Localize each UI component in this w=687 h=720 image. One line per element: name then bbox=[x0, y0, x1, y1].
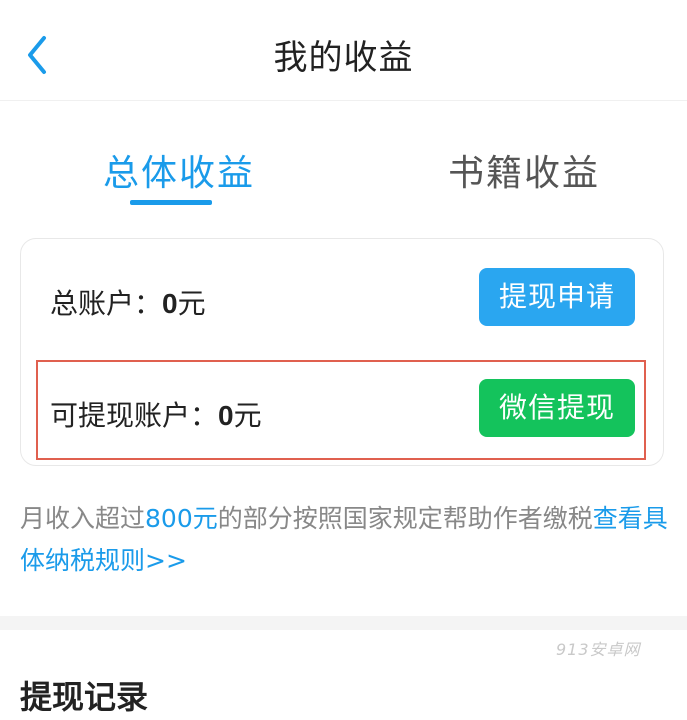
total-account-caption: 总账户： bbox=[50, 287, 163, 320]
notice-text-2: 的部分按照国家规定帮助作者缴税 bbox=[217, 504, 593, 533]
notice-text-1: 月收入超过 bbox=[20, 504, 146, 533]
total-account-amount: 0 bbox=[162, 288, 178, 319]
tax-notice: 月收入超过800元的部分按照国家规定帮助作者缴税查看具体纳税规则>> bbox=[20, 498, 670, 582]
tab-book-earnings[interactable]: 书籍收益 bbox=[448, 144, 600, 196]
notice-threshold: 800元 bbox=[145, 504, 218, 533]
withdrawable-account-caption: 可提现账户： bbox=[50, 399, 219, 432]
withdraw-apply-button[interactable]: 提现申请 bbox=[479, 268, 635, 326]
withdrawable-account-amount: 0 bbox=[218, 400, 234, 431]
total-account-unit: 元 bbox=[177, 287, 206, 320]
withdraw-records-title: 提现记录 bbox=[20, 678, 149, 716]
total-account-label: 总账户：0元 bbox=[50, 282, 206, 322]
withdrawable-account-unit: 元 bbox=[233, 399, 262, 432]
tab-overall-earnings[interactable]: 总体收益 bbox=[103, 144, 255, 196]
watermark: 913安卓网 bbox=[556, 640, 641, 659]
page-title: 我的收益 bbox=[273, 38, 414, 78]
section-divider bbox=[0, 616, 687, 630]
wechat-withdraw-button[interactable]: 微信提现 bbox=[479, 379, 635, 437]
active-tab-indicator bbox=[130, 200, 212, 205]
withdrawable-account-label: 可提现账户：0元 bbox=[50, 394, 262, 434]
app-header: 我的收益 bbox=[0, 0, 687, 101]
tab-bar: 总体收益 书籍收益 bbox=[0, 130, 687, 220]
